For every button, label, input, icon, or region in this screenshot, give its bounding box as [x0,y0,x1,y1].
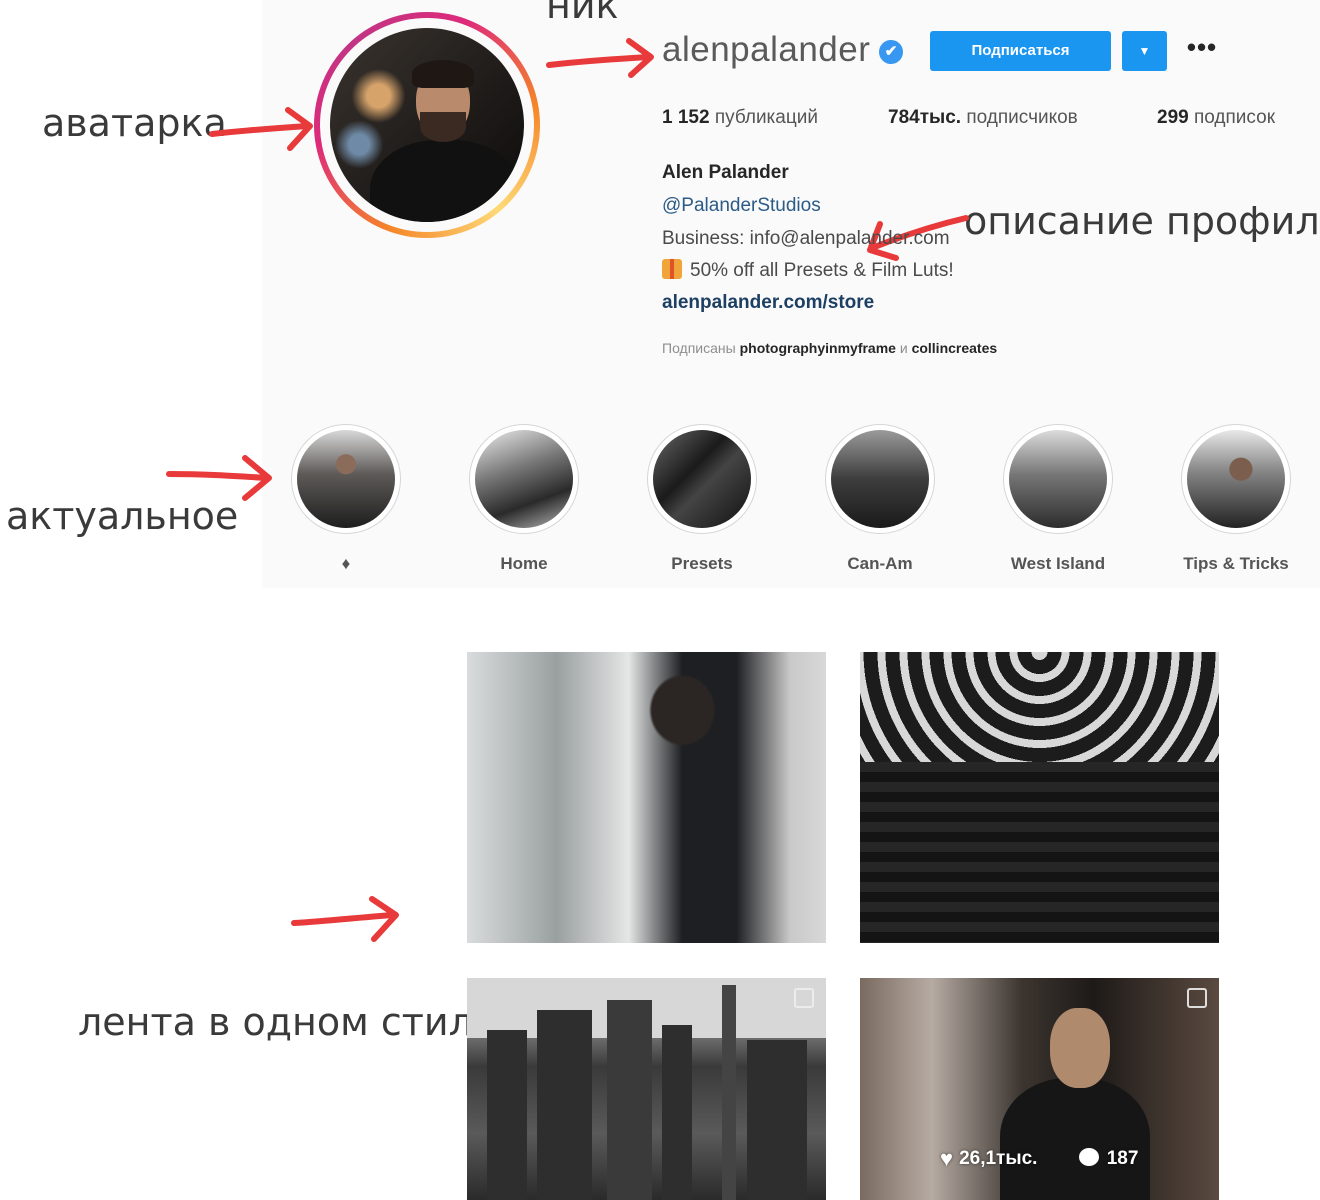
followed-by-user-2: collincreates [911,340,998,356]
stat-following-value: 299 [1157,107,1189,128]
bio-business-email: Business: info@alenpalander.com [662,228,950,249]
verified-badge-icon: ✔ [879,40,903,64]
highlight-label: Can-Am [847,554,913,573]
arrow-to-highlights [166,455,272,501]
feed-post-bar-portrait[interactable]: ♥ 26,1тыс. 187 [860,978,1219,1200]
avatar-photo [330,28,524,222]
feed-post-snow-portrait[interactable] [467,652,826,943]
comment-icon [1078,1148,1099,1166]
gift-icon [662,259,682,279]
highlight-item[interactable]: ♦ [291,424,401,573]
highlight-item[interactable]: Home [469,424,579,573]
carousel-icon [794,988,814,1008]
highlight-cover [1009,430,1107,528]
stat-followers-value: 784тыс. [888,107,962,128]
highlight-item[interactable]: Presets [647,424,757,573]
more-options-icon[interactable]: ••• [1184,34,1220,64]
chevron-down-icon: ▼ [1138,44,1151,58]
highlight-item[interactable]: West Island [1003,424,1113,573]
carousel-icon [1187,988,1207,1008]
follow-button[interactable]: Подписаться [930,31,1111,71]
highlight-label: Tips & Tricks [1183,554,1289,573]
stat-posts-value: 1 152 [662,107,710,128]
stat-posts-label: публикаций [714,107,818,128]
arrow-to-username [546,38,654,78]
stat-following[interactable]: 299 подписок [1157,107,1275,129]
stat-following-label: подписок [1193,107,1276,128]
stat-followers-label: подписчиков [966,107,1078,128]
followed-by-prefix: Подписаны [662,340,736,356]
highlight-label: Presets [671,554,733,573]
highlight-cover [831,430,929,528]
highlight-cover [653,430,751,528]
annotation-avatar: аватарка [42,101,227,145]
stat-posts: 1 152 публикаций [662,107,818,129]
highlight-item[interactable]: Tips & Tricks [1181,424,1291,573]
highlight-cover [1187,430,1285,528]
post-hover-stats: ♥ 26,1тыс. 187 [940,1146,1138,1172]
annotation-description: описание профиля [964,199,1320,243]
annotation-nick: ник [546,0,619,27]
bio-promo-text: 50% off all Presets & Film Luts! [690,260,954,281]
highlight-cover [475,430,573,528]
arrow-to-feed [291,896,399,942]
suggested-dropdown-button[interactable]: ▼ [1122,31,1167,71]
bio-full-name: Alen Palander [662,162,789,183]
arrow-to-avatar [209,107,313,151]
bio-handle-link[interactable]: @PalanderStudios [662,195,821,217]
profile-username: alenpalander [662,30,871,69]
highlight-label: West Island [1010,554,1106,573]
feed-post-city-skyline[interactable] [467,978,826,1200]
highlight-label: Home [500,554,548,573]
followed-by[interactable]: Подписаны photographyinmyframe и collinc… [662,340,997,356]
profile-avatar[interactable] [314,12,540,238]
highlight-label: ♦ [341,554,351,573]
followed-by-conj: и [899,340,908,356]
annotation-highlights: актуальное [6,494,239,538]
post-comments-count: 187 [1106,1148,1139,1169]
feed-post-staircase[interactable] [860,652,1219,943]
bio-website-link[interactable]: alenpalander.com/store [662,292,874,314]
highlight-item[interactable]: Can-Am [825,424,935,573]
annotation-feed: лента в одном стиле [78,1000,497,1044]
stat-followers[interactable]: 784тыс. подписчиков [888,107,1078,129]
followed-by-user-1: photographyinmyframe [739,340,896,356]
post-likes-count: 26,1тыс. [959,1148,1038,1169]
highlight-cover [297,430,395,528]
heart-icon: ♥ [940,1146,954,1171]
bio-promo: 50% off all Presets & Film Luts! [662,259,954,282]
